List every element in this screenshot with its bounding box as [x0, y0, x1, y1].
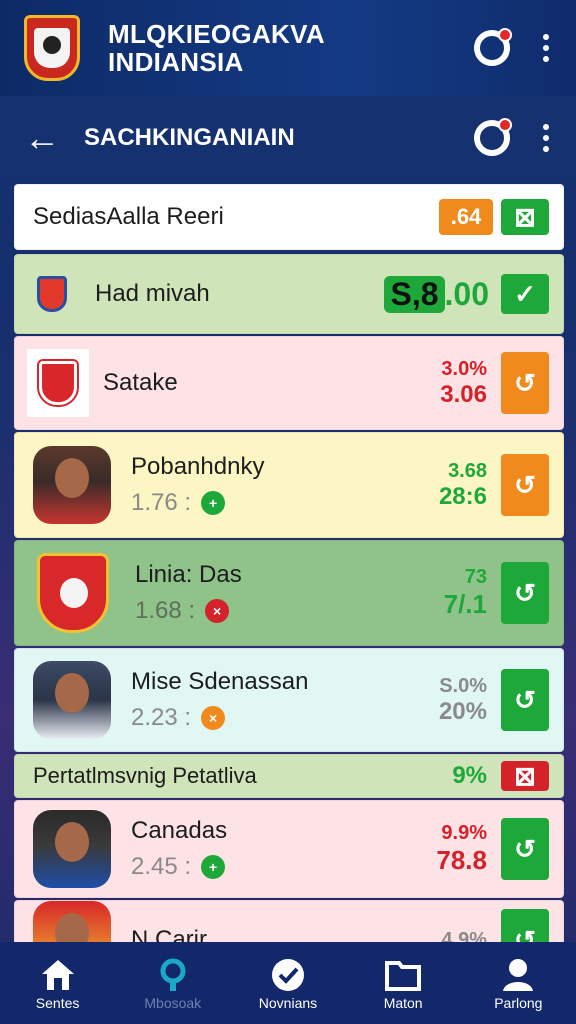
odds-text: 2.45 : — [131, 853, 192, 880]
list-item[interactable]: SediasAalla Reeri .64 ⊠ — [14, 184, 564, 250]
odds-badge: .64 — [439, 199, 493, 235]
item-name: Mise Sdenassan — [131, 668, 309, 695]
section-header: Pertatlmsvnig Petatliva 9% ⊠ — [14, 754, 564, 798]
up-icon: + — [201, 491, 226, 515]
app-title-line1: MLQKIEOGAKVA — [108, 19, 325, 49]
user-icon — [463, 955, 573, 995]
refresh-button[interactable]: ↺ — [501, 562, 549, 624]
item-name: Satake — [103, 369, 178, 396]
confirm-button[interactable]: ✓ — [501, 274, 549, 314]
folder-icon — [348, 955, 458, 995]
app-header: MLQKIEOGAKVA INDIANSIA — [0, 0, 576, 96]
team-crest — [37, 553, 109, 633]
club-shield-icon — [27, 349, 89, 417]
close-button[interactable]: ⊠ — [501, 761, 549, 791]
nav-label: Parlong — [494, 995, 543, 1011]
value-top: 4.9% — [441, 928, 487, 943]
section-title: Pertatlmsvnig Petatliva — [33, 763, 257, 788]
list-item[interactable]: Linia: Das 1.68 : × 73 7/.1 ↺ — [14, 540, 564, 646]
app-title-line2: INDIANSIA — [108, 47, 244, 77]
refresh-button[interactable]: ↺ — [501, 669, 549, 731]
list-item[interactable]: Satake 3.0% 3.06 ↺ — [14, 336, 564, 430]
odds-value: .00 — [444, 275, 489, 312]
value-bottom: 3.06 — [440, 380, 487, 408]
item-name: Pobanhdnky — [131, 453, 265, 480]
value-bottom: 28:6 — [438, 482, 487, 510]
odds-text: 1.68 : — [135, 597, 196, 624]
nav-item-profile[interactable]: Parlong — [463, 955, 573, 1011]
value-top: S.0% — [439, 674, 487, 697]
refresh-button[interactable]: ↺ — [501, 818, 549, 880]
nav-label: Mbosoak — [144, 995, 202, 1011]
value-bottom: 20% — [438, 697, 487, 725]
item-name: Canadas — [131, 817, 228, 844]
more-menu-icon[interactable] — [540, 34, 552, 62]
list-item[interactable]: Had mivah S,8 .00 ✓ — [14, 254, 564, 334]
list-item[interactable]: Canadas 2.45 : + 9.9% 78.8 ↺ — [14, 800, 564, 898]
item-name: SediasAalla Reeri — [33, 203, 224, 230]
team-crest — [37, 276, 67, 312]
value-bottom: 7/.1 — [443, 589, 487, 619]
bottom-nav: Sentes Mbosoak Novnians Maton Parlong — [0, 942, 576, 1024]
odds-text: 1.76 : — [131, 489, 192, 516]
nav-label: Novnians — [258, 995, 318, 1011]
value-top: 3.0% — [441, 357, 487, 380]
up-icon: + — [201, 855, 226, 879]
player-avatar — [33, 810, 111, 888]
cancel-icon: × — [201, 706, 226, 730]
value-bottom: 78.8 — [436, 845, 487, 875]
nav-item-match[interactable]: Maton — [348, 955, 458, 1011]
nav-item-series[interactable]: Sentes — [3, 955, 113, 1011]
odds-badge: S,8 — [384, 275, 445, 313]
sub-header: ← SACHKINGANIAIN — [0, 96, 576, 180]
check-circle-icon — [233, 955, 343, 995]
notifications-icon[interactable] — [474, 28, 512, 66]
player-avatar — [33, 901, 111, 942]
back-arrow-icon[interactable]: ← — [24, 120, 60, 156]
refresh-button[interactable]: ↺ — [501, 454, 549, 516]
app-title: MLQKIEOGAKVA INDIANSIA — [108, 20, 325, 76]
item-name: Had mivah — [95, 280, 210, 307]
page-title: SACHKINGANIAIN — [84, 124, 295, 151]
player-avatar — [33, 446, 111, 524]
search-icon — [118, 955, 228, 995]
value-top: 9.9% — [441, 822, 487, 844]
section-value: 9% — [452, 762, 487, 789]
item-name: N Carir — [131, 926, 207, 942]
refresh-button[interactable]: ↺ — [501, 909, 549, 942]
value-top: 73 — [464, 566, 487, 588]
odds-text: 2.23 : — [131, 704, 192, 731]
player-avatar — [33, 661, 111, 739]
cancel-icon: × — [205, 599, 230, 623]
nav-label: Maton — [383, 995, 423, 1011]
sync-icon[interactable] — [474, 118, 512, 156]
select-button[interactable]: ⊠ — [501, 199, 549, 235]
refresh-button[interactable]: ↺ — [501, 352, 549, 414]
nav-item-search[interactable]: Mbosoak — [118, 955, 228, 1011]
nav-item-news[interactable]: Novnians — [233, 955, 343, 1011]
match-list: SediasAalla Reeri .64 ⊠ Had mivah S,8 .0… — [14, 184, 564, 942]
list-item[interactable]: Mise Sdenassan 2.23 : × S.0% 20% ↺ — [14, 648, 564, 752]
value-top: 3.68 — [448, 459, 487, 482]
list-item[interactable]: N Carir 4.9% ↺ — [14, 900, 564, 942]
home-icon — [3, 955, 113, 995]
nav-label: Sentes — [35, 995, 80, 1011]
list-item[interactable]: Pobanhdnky 1.76 : + 3.68 28:6 ↺ — [14, 432, 564, 538]
item-name: Linia: Das — [135, 561, 242, 588]
team-logo — [24, 15, 80, 81]
more-options-icon[interactable] — [540, 124, 552, 152]
